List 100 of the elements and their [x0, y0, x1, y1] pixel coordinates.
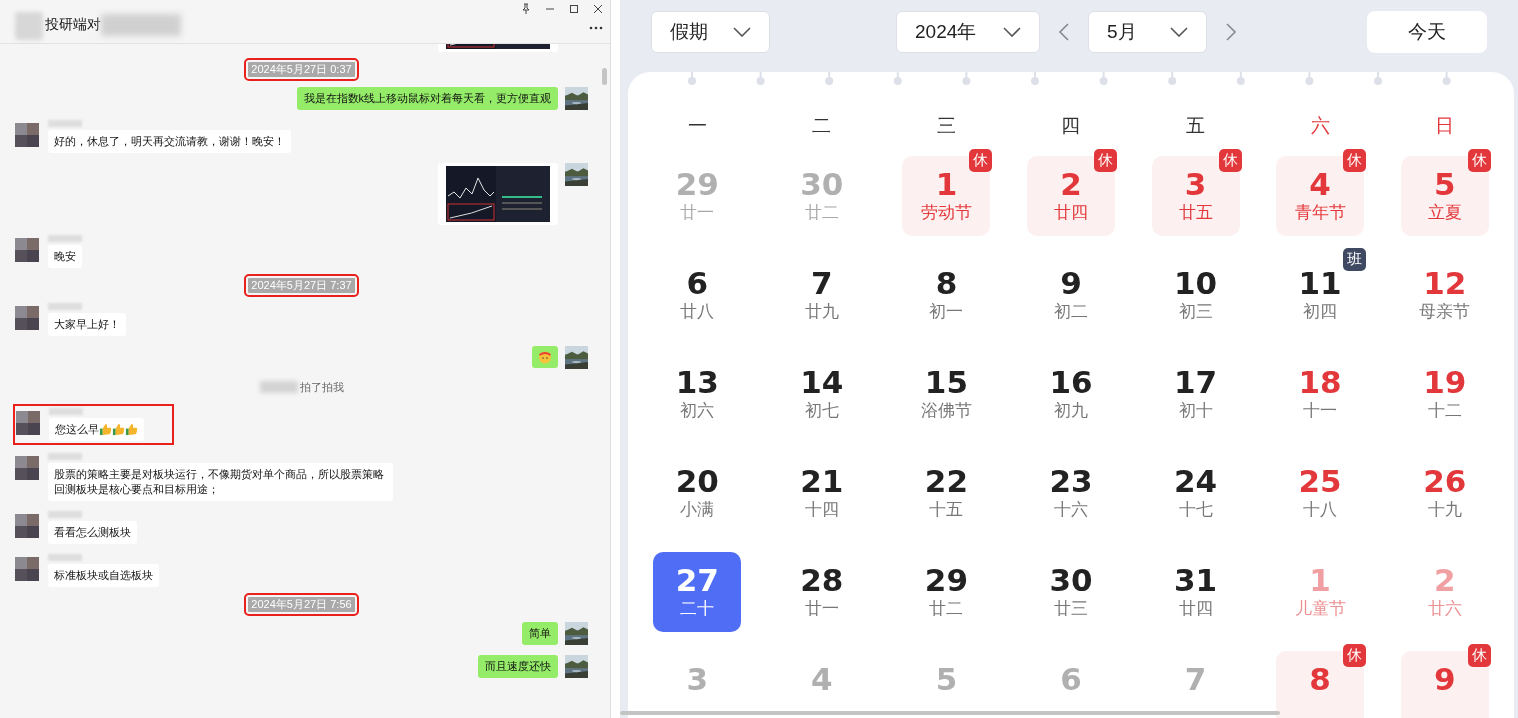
lunar-date: 初四 [1303, 301, 1338, 323]
day-number[interactable]: 9 [1433, 663, 1456, 695]
lunar-date: 十九 [1427, 499, 1462, 521]
day-number[interactable]: 8 [1309, 663, 1331, 695]
weekday-label: 一 [687, 114, 707, 138]
day-number[interactable]: 7 [811, 267, 833, 299]
lunar-date: 廿九 [804, 301, 839, 323]
day-number[interactable]: 13 [675, 366, 719, 398]
day-badge: 班 [1343, 248, 1367, 271]
lunar-date: 廿六 [1427, 598, 1462, 620]
day-number[interactable]: 8 [935, 267, 958, 299]
image-message[interactable] [438, 163, 558, 225]
day-number[interactable]: 17 [1174, 366, 1218, 398]
weekday-label: 日 [1435, 114, 1455, 138]
lunar-date: 劳动节 [920, 202, 972, 224]
lunar-date: 小满 [680, 499, 715, 521]
day-number[interactable]: 12 [1423, 267, 1467, 299]
lunar-date: 初六 [680, 400, 715, 422]
day-number[interactable]: 5 [1433, 168, 1456, 200]
lunar-date: 十一 [1303, 400, 1338, 422]
day-badge: 休 [1094, 149, 1117, 172]
message-bubble: 大家早上好！ [48, 313, 126, 336]
lunar-date: 初二 [1054, 301, 1088, 323]
day-number[interactable]: 11 [1298, 267, 1342, 299]
day-number[interactable]: 15 [924, 366, 968, 398]
day-number[interactable]: 26 [1423, 465, 1467, 497]
day-number[interactable]: 22 [924, 465, 968, 497]
dropdown[interactable]: 2024年 [896, 11, 1040, 53]
system-notice: 拍了拍我 [299, 380, 344, 395]
avatar [15, 306, 39, 330]
today-button[interactable]: 今天 [1367, 11, 1487, 53]
chat-title: 投研端对 [45, 15, 101, 34]
avatar [15, 238, 39, 262]
day-number[interactable]: 28 [800, 564, 844, 596]
day-number[interactable]: 6 [686, 267, 709, 299]
day-number[interactable]: 1 [935, 168, 958, 200]
day-badge: 休 [1218, 149, 1242, 172]
dropdown[interactable]: 5月 [1088, 11, 1207, 53]
day-number[interactable]: 9 [1060, 267, 1082, 299]
day-number[interactable]: 18 [1298, 366, 1342, 398]
lunar-date: 立夏 [1427, 202, 1462, 224]
day-badge: 休 [969, 149, 993, 172]
thumbs-up-icon [112, 422, 125, 436]
weekday-label: 六 [1310, 114, 1330, 138]
lunar-date: 廿五 [1178, 202, 1213, 224]
day-badge: 休 [1467, 149, 1491, 172]
lunar-date: 初十 [1178, 400, 1213, 422]
maximize-icon[interactable] [568, 3, 580, 15]
day-number[interactable]: 27 [675, 564, 719, 596]
lunar-date: 初九 [1054, 400, 1088, 422]
day-number[interactable]: 24 [1174, 465, 1218, 497]
day-badge: 休 [1343, 149, 1367, 172]
lunar-date: 廿二 [804, 202, 839, 224]
chevron-right-icon[interactable] [1225, 22, 1237, 42]
lunar-date: 廿四 [1178, 598, 1213, 620]
message-bubble: 好的，休息了，明天再交流请教，谢谢！晚安！ [48, 130, 291, 153]
lunar-date: 十七 [1178, 499, 1213, 521]
lunar-date: 廿四 [1054, 202, 1088, 224]
lunar-date: 母亲节 [1419, 301, 1471, 323]
lunar-date: 十二 [1427, 400, 1462, 422]
selected-day-highlight[interactable] [653, 552, 742, 632]
day-number[interactable]: 16 [1049, 366, 1093, 398]
message-bubble: 标准板块或自选板块 [48, 563, 159, 587]
day-number[interactable]: 14 [800, 366, 844, 398]
lunar-date: 十八 [1303, 499, 1338, 521]
message-bubble: 股票的策略主要是对板块运行，不像期货对单个商品，所以股票策略回测板块是核心要点和目标用途； [48, 462, 393, 501]
day-number[interactable]: 21 [800, 465, 844, 497]
avatar [15, 556, 39, 581]
lunar-date: 初七 [804, 400, 839, 422]
day-number[interactable]: 10 [1174, 267, 1218, 299]
more-icon[interactable] [589, 26, 603, 30]
day-number[interactable]: 31 [1174, 564, 1218, 596]
day-number[interactable]: 25 [1298, 465, 1342, 497]
pin-icon[interactable] [520, 3, 532, 15]
message-bubble: 晚安 [48, 245, 82, 268]
day-number[interactable]: 2 [1060, 168, 1082, 200]
lunar-date: 十六 [1054, 499, 1088, 521]
chevron-left-icon[interactable] [1058, 22, 1070, 42]
dropdown[interactable]: 假期 [651, 11, 770, 53]
day-number[interactable]: 29 [924, 564, 968, 596]
scrollbar-thumb[interactable] [602, 68, 607, 85]
lunar-date: 廿三 [1054, 598, 1088, 620]
scrollbar-thumb[interactable] [620, 711, 1280, 715]
day-number[interactable]: 3 [1184, 168, 1207, 200]
day-number[interactable]: 20 [675, 465, 719, 497]
message-bubble: 我是在指数k线上移动鼠标对着每天看，更方便直观 [296, 87, 558, 110]
close-icon[interactable] [592, 3, 604, 15]
lunar-date: 初一 [929, 301, 964, 323]
weekday-label: 五 [1186, 114, 1206, 138]
blurred-name [259, 381, 298, 394]
day-number[interactable]: 23 [1049, 465, 1093, 497]
lunar-date: 十五 [929, 499, 964, 521]
weekday-label: 三 [936, 114, 956, 138]
message-bubble: 而且速度还快 [478, 654, 558, 678]
day-number[interactable]: 30 [1049, 564, 1093, 596]
message-bubble: 您这么早 [49, 417, 144, 441]
lunar-date: 廿二 [929, 598, 964, 620]
day-number[interactable]: 19 [1423, 366, 1467, 398]
weekday-label: 二 [812, 114, 832, 138]
day-number[interactable]: 4 [1309, 168, 1331, 200]
